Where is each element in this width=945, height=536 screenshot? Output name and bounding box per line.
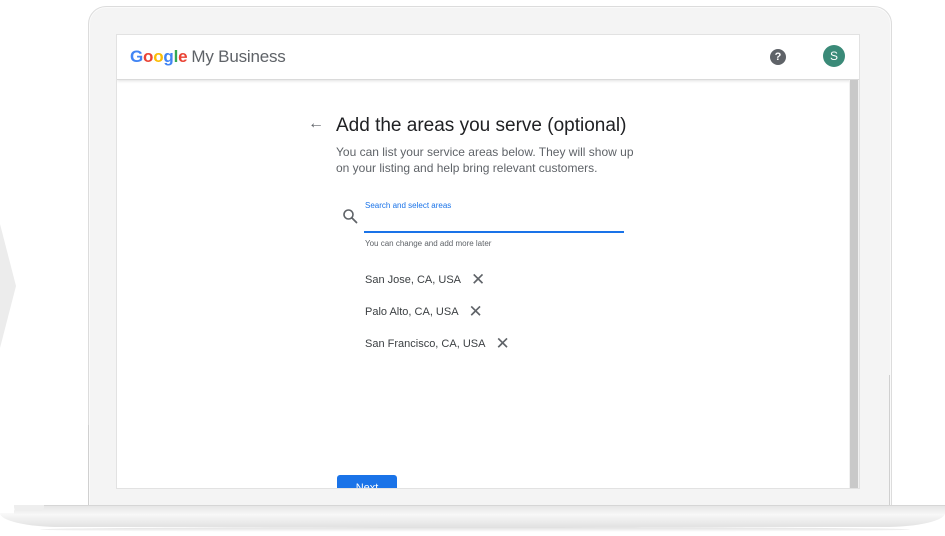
remove-area-close-icon[interactable]: ✕: [495, 335, 509, 353]
service-area-label: San Jose, CA, USA: [365, 274, 461, 286]
laptop-base-bottom: [0, 513, 945, 527]
google-wordmark: Google: [130, 47, 188, 66]
page-title: Add the areas you serve (optional): [336, 115, 627, 136]
search-icon: [343, 209, 358, 224]
laptop-screen: Google My Business ? S ← Add the areas yo…: [117, 35, 859, 488]
google-my-business-logo[interactable]: Google My Business: [130, 47, 286, 67]
scrollbar-thumb[interactable]: [850, 80, 858, 488]
help-circle-icon[interactable]: ?: [770, 49, 786, 65]
laptop-base-top: [14, 505, 945, 514]
remove-area-close-icon[interactable]: ✕: [469, 303, 483, 321]
app-header: Google My Business ? S: [117, 35, 859, 80]
vertical-scrollbar[interactable]: [849, 80, 859, 488]
search-field-label: Search and select areas: [365, 201, 452, 210]
account-avatar[interactable]: S: [823, 45, 845, 67]
laptop-base: [0, 505, 945, 536]
service-area-label: Palo Alto, CA, USA: [365, 306, 459, 318]
decorative-chevron-shape: [0, 224, 16, 348]
service-area-item: Palo Alto, CA, USA ✕: [365, 303, 483, 321]
laptop-shadow: [40, 527, 910, 532]
service-area-item: San Francisco, CA, USA ✕: [365, 335, 510, 353]
page-description: You can list your service areas below. T…: [336, 145, 634, 175]
product-name: My Business: [191, 47, 286, 66]
service-area-item: San Jose, CA, USA ✕: [365, 271, 485, 289]
remove-area-close-icon[interactable]: ✕: [471, 271, 485, 289]
next-button[interactable]: Next: [337, 475, 397, 488]
laptop-frame-edge: [88, 425, 89, 511]
arrow-back-icon[interactable]: ←: [308, 115, 324, 133]
laptop-hinge-notch: [14, 505, 44, 511]
search-areas-input[interactable]: [364, 213, 624, 233]
search-helper-text: You can change and add more later: [365, 239, 492, 248]
service-area-label: San Francisco, CA, USA: [365, 338, 486, 350]
laptop-frame-edge: [889, 375, 890, 511]
